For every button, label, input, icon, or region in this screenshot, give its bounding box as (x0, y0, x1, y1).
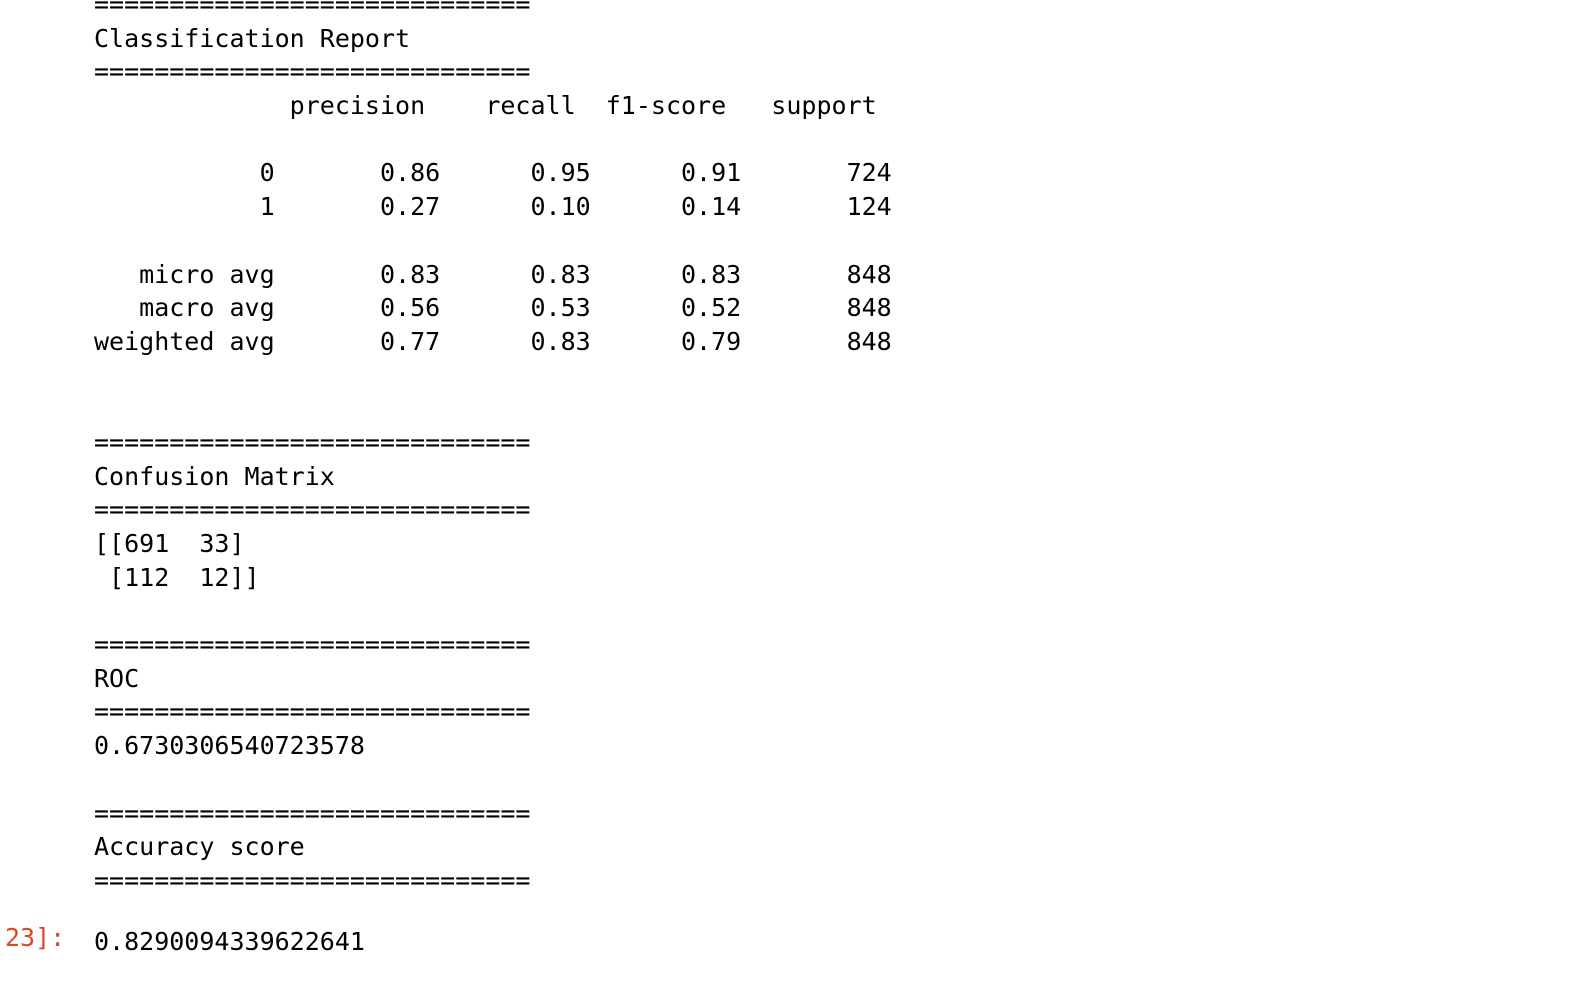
section-title-roc: ROC (94, 663, 140, 693)
report-row-macro-avg: macro avg 0.56 0.53 0.52 848 (94, 293, 892, 323)
separator-line: ============================= (94, 0, 531, 19)
separator-line: ============================= (94, 57, 531, 87)
accuracy-result-value: 0.8290094339622641 (94, 927, 365, 956)
separator-line: ============================= (94, 798, 531, 828)
section-title-classification-report: Classification Report (94, 23, 411, 53)
report-header-row: precision recall f1-score support (94, 91, 877, 121)
confusion-matrix-row-1: [112 12]] (94, 562, 260, 592)
section-title-accuracy-score: Accuracy score (94, 832, 305, 862)
separator-line: ============================= (94, 427, 531, 457)
report-row-class-1: 1 0.27 0.10 0.14 124 (94, 192, 892, 222)
roc-value: 0.6730306540723578 (94, 731, 365, 761)
report-row-class-0: 0 0.86 0.95 0.91 724 (94, 158, 892, 188)
report-row-weighted-avg: weighted avg 0.77 0.83 0.79 848 (94, 326, 892, 356)
separator-line: ============================= (94, 630, 531, 660)
execution-count-prompt: 23]: (5, 923, 66, 952)
confusion-matrix-row-0: [[691 33] (94, 529, 245, 558)
cell-output-stream: ============================= Classificat… (94, 0, 892, 898)
separator-line: ============================= (94, 865, 531, 895)
section-title-confusion-matrix: Confusion Matrix (94, 461, 335, 491)
report-row-micro-avg: micro avg 0.83 0.83 0.83 848 (94, 259, 892, 289)
separator-line: ============================= (94, 495, 531, 525)
separator-line: ============================= (94, 697, 531, 727)
